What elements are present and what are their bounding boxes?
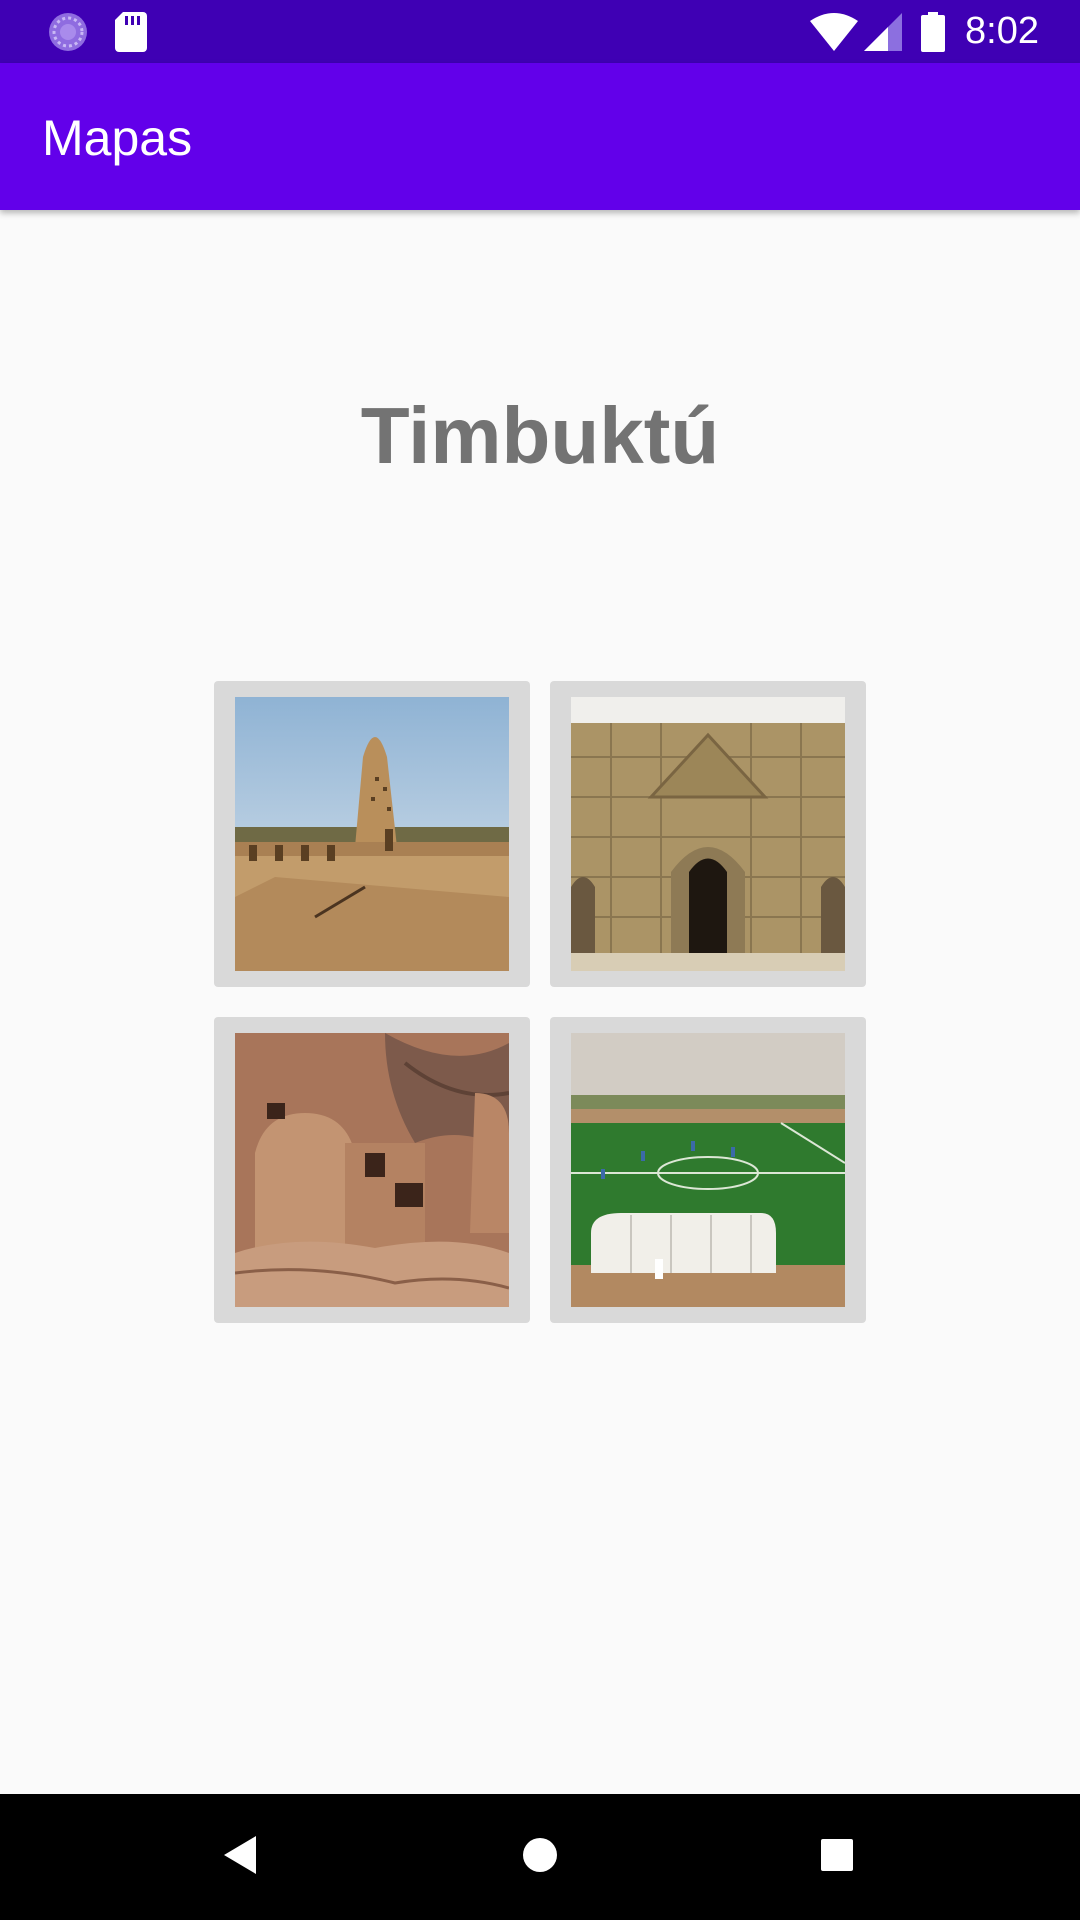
battery-icon bbox=[921, 0, 945, 63]
screen: 8:02 Mapas Timbuktú bbox=[0, 0, 1080, 1920]
gallery-tile-football[interactable] bbox=[550, 1017, 866, 1323]
recents-icon bbox=[821, 1838, 853, 1876]
status-bar: 8:02 bbox=[0, 0, 1080, 63]
mud-mosque-minaret-photo bbox=[235, 697, 509, 971]
cliff-dwellings-photo bbox=[235, 1033, 509, 1307]
navigation-bar bbox=[0, 1794, 1080, 1920]
status-time: 8:02 bbox=[965, 10, 1039, 52]
cell-signal-icon bbox=[864, 0, 902, 63]
mud-brick-doorway-photo bbox=[571, 697, 845, 971]
sync-circle-icon bbox=[46, 0, 90, 63]
place-title: Timbuktú bbox=[360, 391, 720, 480]
wifi-icon bbox=[810, 0, 858, 63]
app-title: Mapas bbox=[42, 110, 193, 166]
sd-card-icon bbox=[115, 0, 147, 63]
football-field-photo bbox=[571, 1033, 845, 1307]
back-button[interactable] bbox=[181, 1794, 301, 1920]
gallery-tile-doorway[interactable] bbox=[550, 681, 866, 987]
app-bar: Mapas bbox=[0, 63, 1080, 210]
recents-button[interactable] bbox=[777, 1794, 897, 1920]
home-icon bbox=[522, 1837, 558, 1878]
back-icon bbox=[224, 1835, 258, 1879]
home-button[interactable] bbox=[480, 1794, 600, 1920]
gallery-tile-cliffs[interactable] bbox=[214, 1017, 530, 1323]
gallery-tile-mosque[interactable] bbox=[214, 681, 530, 987]
